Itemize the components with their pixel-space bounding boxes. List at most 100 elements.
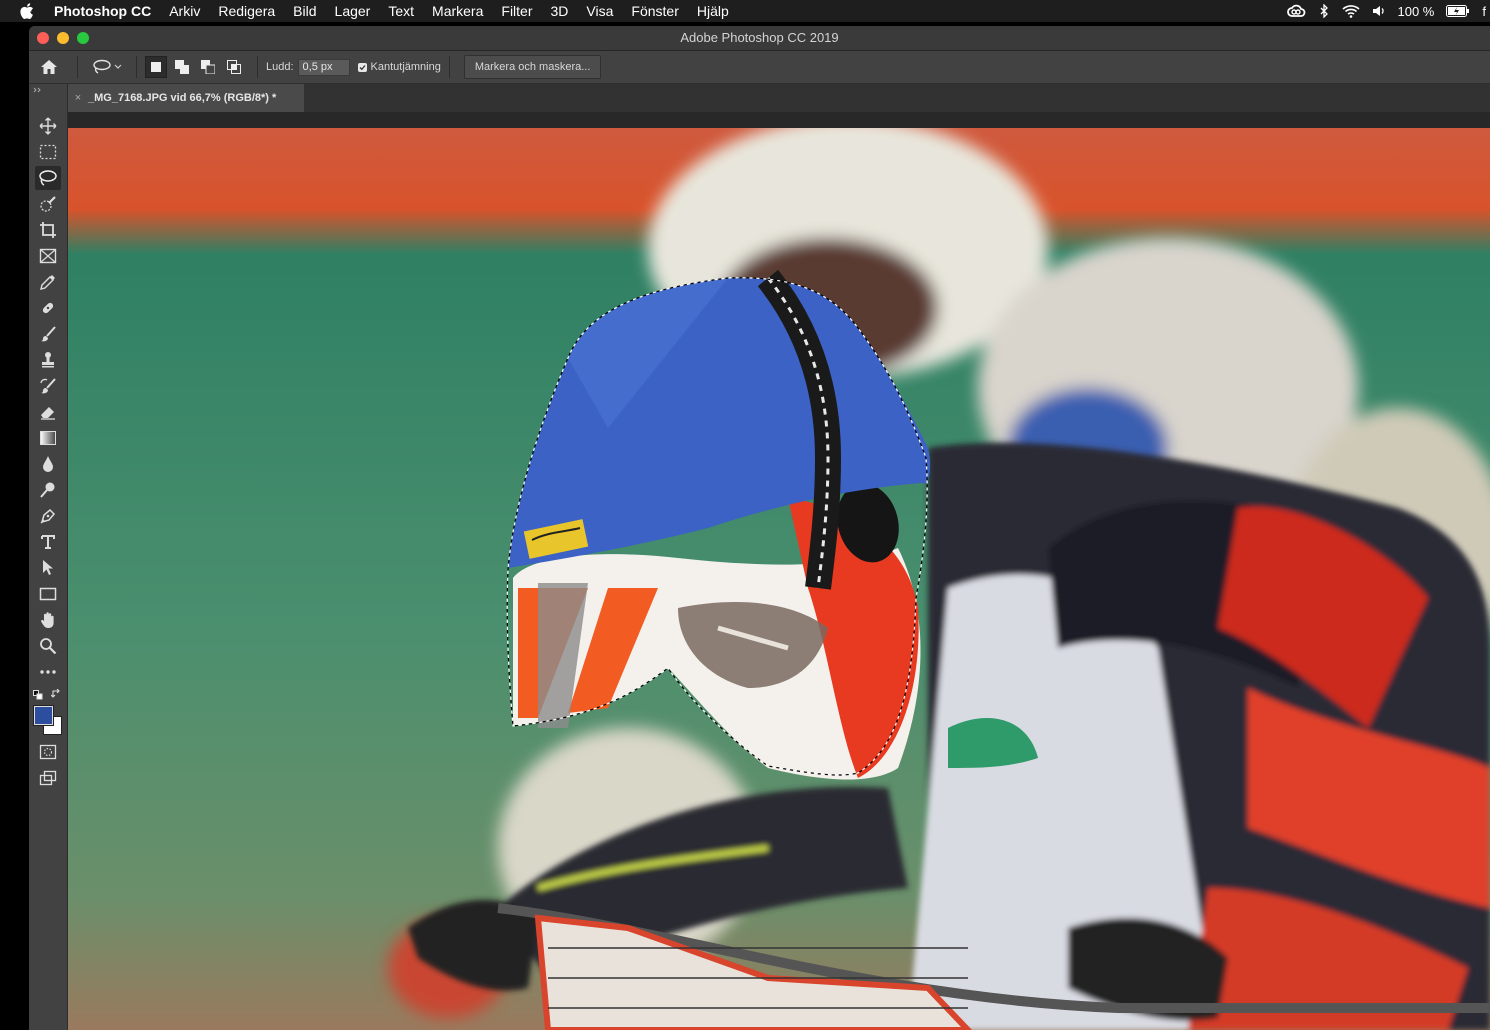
checkmark-icon xyxy=(357,62,367,72)
type-icon xyxy=(41,535,55,549)
quick-selection-tool[interactable] xyxy=(35,192,61,216)
menu-app-name[interactable]: Photoshop CC xyxy=(54,3,160,19)
lasso-tool[interactable] xyxy=(35,166,61,190)
document-tab[interactable]: × _MG_7168.JPG vid 66,7% (RGB/8*) * xyxy=(68,84,304,112)
menu-arkiv[interactable]: Arkiv xyxy=(160,3,209,19)
menu-hjalp[interactable]: Hjälp xyxy=(688,3,738,19)
screen-mode-button[interactable] xyxy=(35,766,61,790)
lasso-icon xyxy=(93,59,111,74)
intersect-selection-button[interactable] xyxy=(223,56,245,78)
crop-tool[interactable] xyxy=(35,218,61,242)
menu-visa[interactable]: Visa xyxy=(577,3,622,19)
marquee-tool[interactable] xyxy=(35,140,61,164)
image-canvas[interactable] xyxy=(68,128,1490,1030)
gradient-tool[interactable] xyxy=(35,426,61,450)
menu-3d[interactable]: 3D xyxy=(542,3,578,19)
more-icon xyxy=(40,670,56,674)
antialias-checkbox[interactable]: Kantutjämning xyxy=(357,61,441,73)
wifi-icon[interactable] xyxy=(1341,4,1360,18)
drop-icon xyxy=(43,456,53,472)
path-selection-tool[interactable] xyxy=(35,556,61,580)
hand-icon xyxy=(41,612,54,628)
edit-toolbar-button[interactable] xyxy=(35,660,61,684)
brush-icon xyxy=(41,326,56,342)
blur-tool[interactable] xyxy=(35,452,61,476)
select-and-mask-button[interactable]: Markera och maskera... xyxy=(463,55,602,79)
marquee-icon xyxy=(39,144,57,160)
document-tab-title: _MG_7168.JPG vid 66,7% (RGB/8*) * xyxy=(88,92,277,104)
dodge-tool[interactable] xyxy=(35,478,61,502)
menu-redigera[interactable]: Redigera xyxy=(209,3,284,19)
creative-cloud-icon[interactable] xyxy=(1286,4,1306,18)
eraser-tool[interactable] xyxy=(35,400,61,424)
menubar-cut-text: f xyxy=(1482,3,1486,19)
feather-input[interactable] xyxy=(297,58,350,76)
battery-percent: 100 % xyxy=(1397,3,1435,19)
title-bar: Adobe Photoshop CC 2019 xyxy=(29,26,1490,51)
move-icon xyxy=(39,117,57,135)
apple-icon[interactable] xyxy=(0,3,54,19)
chevron-down-icon xyxy=(114,64,122,69)
crop-icon xyxy=(40,222,56,238)
type-tool[interactable] xyxy=(35,530,61,554)
home-icon[interactable] xyxy=(29,55,69,79)
swap-colors-icon[interactable] xyxy=(51,689,61,699)
stamp-icon xyxy=(42,352,54,368)
menu-lager[interactable]: Lager xyxy=(326,3,380,19)
menu-bar: Photoshop CC Arkiv Redigera Bild Lager T… xyxy=(0,0,1490,22)
divider xyxy=(448,56,450,78)
hand-tool[interactable] xyxy=(35,608,61,632)
eraser-icon xyxy=(41,407,55,420)
magnifier-icon xyxy=(40,638,57,655)
quick-mask-icon xyxy=(39,744,57,760)
divider xyxy=(136,56,137,78)
history-brush-icon xyxy=(40,378,56,394)
arrow-cursor-icon xyxy=(43,560,53,575)
quick-mask-button[interactable] xyxy=(35,740,61,764)
rectangle-tool[interactable] xyxy=(35,582,61,606)
volume-icon[interactable] xyxy=(1372,4,1386,18)
menu-fonster[interactable]: Fönster xyxy=(622,3,687,19)
eyedropper-icon xyxy=(40,275,55,290)
menu-markera[interactable]: Markera xyxy=(423,3,492,19)
brush-tool[interactable] xyxy=(35,322,61,346)
zoom-tool[interactable] xyxy=(35,634,61,658)
document-tab-bar: × _MG_7168.JPG vid 66,7% (RGB/8*) * xyxy=(68,84,1490,112)
healing-brush-tool[interactable] xyxy=(35,296,61,320)
divider xyxy=(257,56,258,78)
add-selection-icon xyxy=(175,60,189,74)
default-colors-icon[interactable] xyxy=(33,690,43,700)
status-area: 100 % f xyxy=(1286,0,1490,22)
quick-selection-icon xyxy=(40,196,56,212)
panel-collapse-icon[interactable] xyxy=(33,87,43,93)
canvas-area[interactable] xyxy=(68,112,1490,1030)
options-bar: Ludd: Kantutjämning Markera och maskera.… xyxy=(29,51,1490,84)
subtract-from-selection-button[interactable] xyxy=(197,56,219,78)
foreground-color-swatch[interactable] xyxy=(34,706,53,725)
lasso-tool-icon xyxy=(39,170,57,186)
frame-tool[interactable] xyxy=(35,244,61,268)
photoshop-window: Adobe Photoshop CC 2019 Ludd: 0,5 px Kan… xyxy=(29,26,1490,1030)
menu-bild[interactable]: Bild xyxy=(284,3,325,19)
pen-icon xyxy=(40,508,56,524)
window-title: Adobe Photoshop CC 2019 xyxy=(680,30,839,45)
pen-tool[interactable] xyxy=(35,504,61,528)
screen-mode-icon xyxy=(39,770,57,786)
new-selection-icon xyxy=(151,62,161,72)
tool-preset-picker[interactable] xyxy=(86,55,128,79)
add-to-selection-button[interactable] xyxy=(171,56,193,78)
menu-filter[interactable]: Filter xyxy=(492,3,541,19)
menu-text[interactable]: Text xyxy=(379,3,423,19)
history-brush-tool[interactable] xyxy=(35,374,61,398)
divider xyxy=(77,56,78,78)
clone-stamp-tool[interactable] xyxy=(35,348,61,372)
new-selection-button[interactable] xyxy=(145,56,167,78)
rectangle-icon xyxy=(39,587,57,601)
move-tool[interactable] xyxy=(35,114,61,138)
bluetooth-icon[interactable] xyxy=(1318,4,1330,18)
close-tab-icon[interactable]: × xyxy=(68,92,88,104)
eyedropper-tool[interactable] xyxy=(35,270,61,294)
intersect-selection-icon xyxy=(227,60,241,74)
dodge-icon xyxy=(40,482,55,498)
battery-icon[interactable] xyxy=(1446,5,1470,17)
